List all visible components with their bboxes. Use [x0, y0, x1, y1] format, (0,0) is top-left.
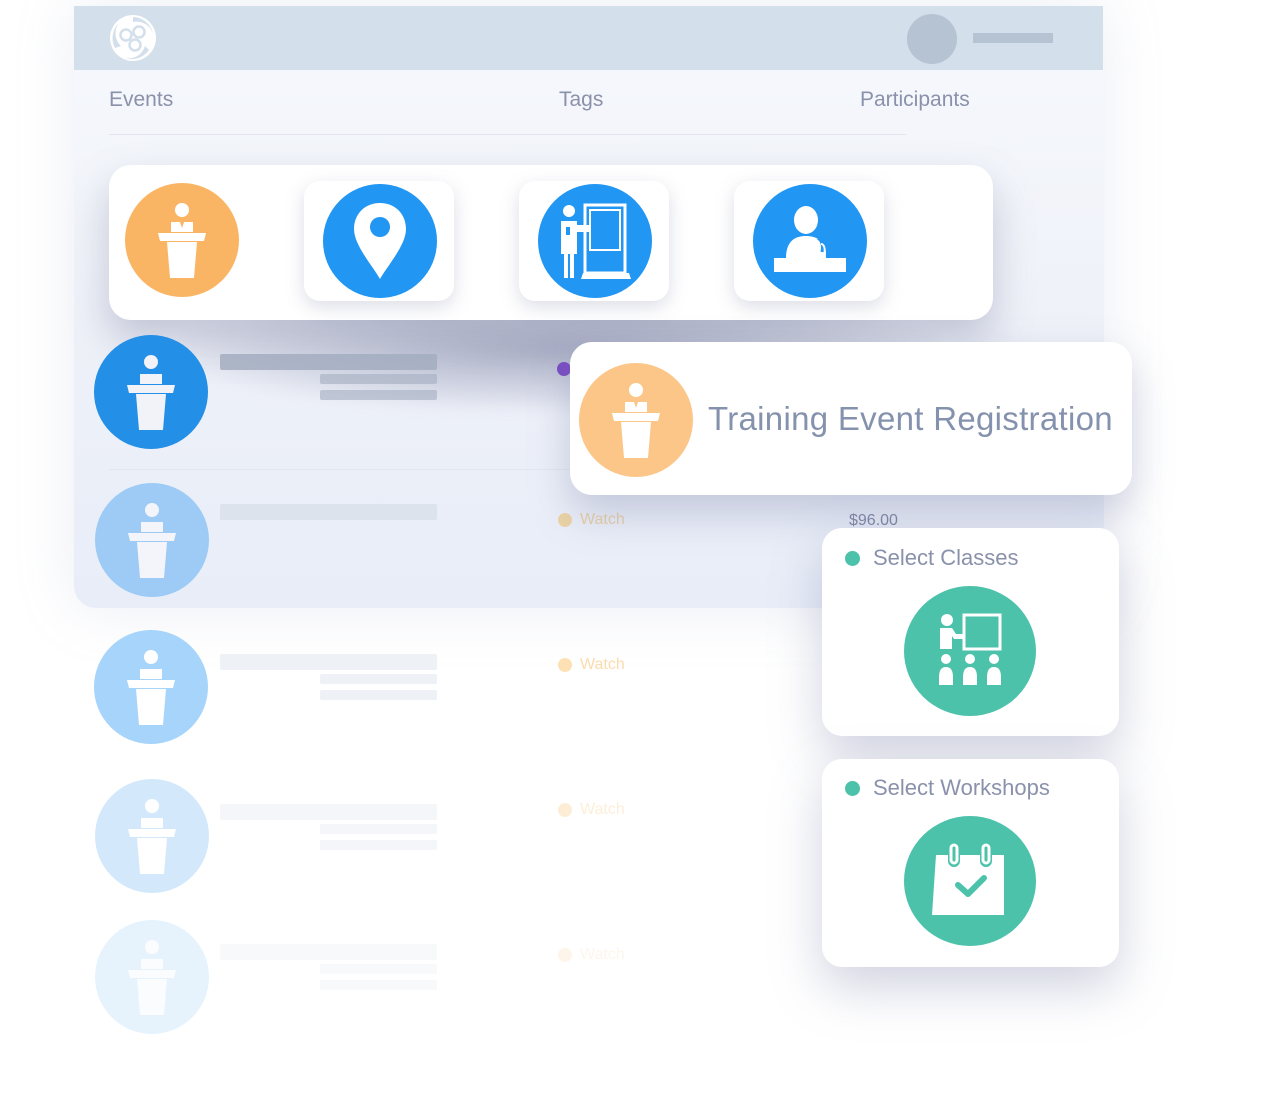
username-placeholder	[973, 33, 1053, 43]
column-header-participants[interactable]: Participants	[860, 88, 970, 112]
speaker-podium-icon[interactable]	[125, 183, 239, 297]
row-divider	[109, 469, 579, 470]
event-detail-placeholder	[320, 390, 437, 400]
tag-label: Watch	[558, 656, 625, 674]
location-pin-icon[interactable]	[323, 184, 437, 298]
person-at-desk-icon[interactable]	[753, 184, 867, 298]
header-divider	[109, 134, 906, 135]
registration-title: Training Event Registration	[708, 400, 1113, 437]
status-dot	[845, 551, 860, 566]
event-title-placeholder	[220, 354, 437, 370]
speaker-podium-icon	[579, 363, 693, 477]
list-item-event-icon[interactable]	[94, 630, 208, 744]
event-detail-placeholder	[320, 690, 437, 700]
list-item-event-icon[interactable]	[94, 335, 208, 449]
tag-label: Watch	[558, 946, 625, 964]
event-detail-placeholder	[320, 824, 437, 834]
event-title-placeholder	[220, 944, 437, 960]
list-item-event-icon[interactable]	[95, 483, 209, 597]
event-detail-placeholder	[320, 674, 437, 684]
app-logo-icon[interactable]	[109, 14, 157, 62]
event-detail-placeholder	[320, 964, 437, 974]
tag-label: Watch	[558, 511, 625, 529]
classroom-icon	[904, 586, 1036, 716]
event-title-placeholder	[220, 504, 437, 520]
status-dot	[845, 781, 860, 796]
calendar-check-icon	[904, 816, 1036, 946]
column-header-events[interactable]: Events	[109, 88, 173, 112]
user-avatar[interactable]	[907, 14, 957, 64]
select-classes-label: Select Classes	[873, 545, 1019, 570]
presenter-board-icon[interactable]	[538, 184, 652, 298]
tag-label: Watch	[558, 801, 625, 819]
event-detail-placeholder	[320, 840, 437, 850]
event-detail-placeholder	[320, 980, 437, 990]
event-title-placeholder	[220, 654, 437, 670]
event-title-placeholder	[220, 804, 437, 820]
select-workshops-label: Select Workshops	[873, 775, 1050, 800]
tag-dot	[557, 362, 571, 376]
column-header-tags[interactable]: Tags	[559, 88, 603, 112]
list-item-event-icon[interactable]	[95, 920, 209, 1034]
list-item-event-icon[interactable]	[95, 779, 209, 893]
event-detail-placeholder	[320, 374, 437, 384]
